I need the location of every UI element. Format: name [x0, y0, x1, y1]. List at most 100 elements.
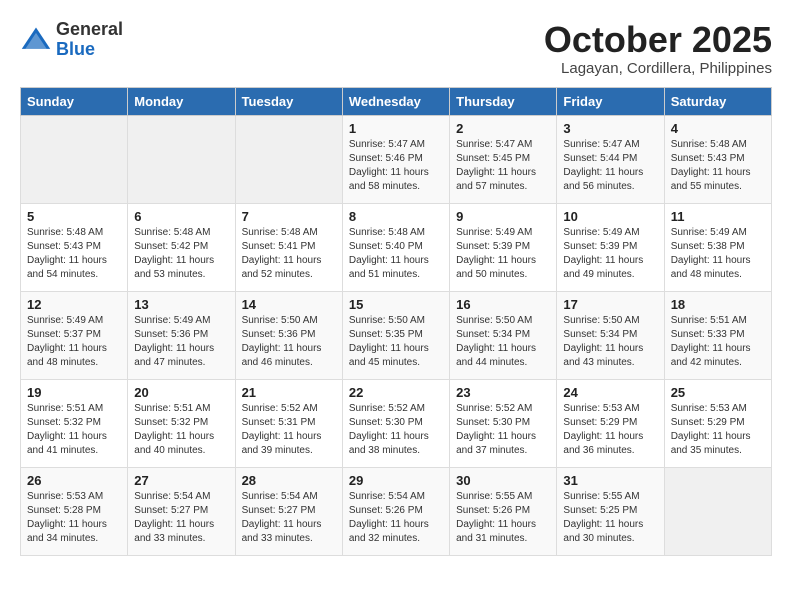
day-number: 16: [456, 297, 550, 312]
calendar-cell: 28 Sunrise: 5:54 AM Sunset: 5:27 PM Dayli…: [235, 467, 342, 555]
cell-content: Sunrise: 5:48 AM Sunset: 5:41 PM Dayligh…: [242, 226, 336, 282]
calendar-cell: 4 Sunrise: 5:48 AM Sunset: 5:43 PM Daylig…: [664, 115, 771, 203]
cell-content: Sunrise: 5:54 AM Sunset: 5:27 PM Dayligh…: [134, 490, 228, 546]
day-number: 28: [242, 473, 336, 488]
day-number: 19: [27, 385, 121, 400]
month-title: October 2025: [544, 20, 772, 60]
calendar-cell: 31Sunrise: 5:55 AM Sunset: 5:25 PM Dayli…: [557, 467, 664, 555]
cell-content: Sunrise: 5:48 AM Sunset: 5:43 PM Dayligh…: [671, 138, 765, 194]
cell-content: Sunrise: 5:51 AM Sunset: 5:32 PM Dayligh…: [134, 402, 228, 458]
column-header-wednesday: Wednesday: [342, 87, 449, 115]
calendar-cell: [235, 115, 342, 203]
cell-content: Sunrise: 5:47 AM Sunset: 5:46 PM Dayligh…: [349, 138, 443, 194]
day-number: 15: [349, 297, 443, 312]
cell-content: Sunrise: 5:49 AM Sunset: 5:38 PM Dayligh…: [671, 226, 765, 282]
column-header-tuesday: Tuesday: [235, 87, 342, 115]
logo-icon: [20, 24, 52, 56]
calendar-cell: 2 Sunrise: 5:47 AM Sunset: 5:45 PM Daylig…: [450, 115, 557, 203]
title-block: October 2025 Lagayan, Cordillera, Philip…: [544, 20, 772, 77]
day-number: 2: [456, 121, 550, 136]
calendar-cell: 8Sunrise: 5:48 AM Sunset: 5:40 PM Daylig…: [342, 203, 449, 291]
column-header-sunday: Sunday: [21, 87, 128, 115]
cell-content: Sunrise: 5:48 AM Sunset: 5:43 PM Dayligh…: [27, 226, 121, 282]
calendar-cell: 6 Sunrise: 5:48 AM Sunset: 5:42 PM Daylig…: [128, 203, 235, 291]
day-number: 11: [671, 209, 765, 224]
cell-content: Sunrise: 5:54 AM Sunset: 5:26 PM Dayligh…: [349, 490, 443, 546]
day-number: 21: [242, 385, 336, 400]
column-header-monday: Monday: [128, 87, 235, 115]
day-number: 6: [134, 209, 228, 224]
day-number: 30: [456, 473, 550, 488]
day-number: 23: [456, 385, 550, 400]
day-number: 24: [563, 385, 657, 400]
calendar-cell: 17 Sunrise: 5:50 AM Sunset: 5:34 PM Dayli…: [557, 291, 664, 379]
calendar-cell: 24 Sunrise: 5:53 AM Sunset: 5:29 PM Dayli…: [557, 379, 664, 467]
cell-content: Sunrise: 5:54 AM Sunset: 5:27 PM Dayligh…: [242, 490, 336, 546]
calendar-cell: 13 Sunrise: 5:49 AM Sunset: 5:36 PM Dayli…: [128, 291, 235, 379]
cell-content: Sunrise: 5:47 AM Sunset: 5:45 PM Dayligh…: [456, 138, 550, 194]
calendar-cell: 16 Sunrise: 5:50 AM Sunset: 5:34 PM Dayli…: [450, 291, 557, 379]
cell-content: Sunrise: 5:53 AM Sunset: 5:29 PM Dayligh…: [563, 402, 657, 458]
cell-content: Sunrise: 5:53 AM Sunset: 5:28 PM Dayligh…: [27, 490, 121, 546]
cell-content: Sunrise: 5:50 AM Sunset: 5:36 PM Dayligh…: [242, 314, 336, 370]
calendar-cell: 22 Sunrise: 5:52 AM Sunset: 5:30 PM Dayli…: [342, 379, 449, 467]
calendar-cell: 9 Sunrise: 5:49 AM Sunset: 5:39 PM Daylig…: [450, 203, 557, 291]
location-subtitle: Lagayan, Cordillera, Philippines: [544, 60, 772, 77]
calendar-cell: 10Sunrise: 5:49 AM Sunset: 5:39 PM Dayli…: [557, 203, 664, 291]
cell-content: Sunrise: 5:51 AM Sunset: 5:33 PM Dayligh…: [671, 314, 765, 370]
calendar-cell: 5 Sunrise: 5:48 AM Sunset: 5:43 PM Daylig…: [21, 203, 128, 291]
cell-content: Sunrise: 5:47 AM Sunset: 5:44 PM Dayligh…: [563, 138, 657, 194]
page-header: General Blue October 2025 Lagayan, Cordi…: [20, 20, 772, 77]
calendar-cell: [21, 115, 128, 203]
day-number: 26: [27, 473, 121, 488]
day-number: 5: [27, 209, 121, 224]
column-header-saturday: Saturday: [664, 87, 771, 115]
calendar-cell: 27 Sunrise: 5:54 AM Sunset: 5:27 PM Dayli…: [128, 467, 235, 555]
calendar-cell: [664, 467, 771, 555]
cell-content: Sunrise: 5:50 AM Sunset: 5:34 PM Dayligh…: [456, 314, 550, 370]
day-number: 9: [456, 209, 550, 224]
column-header-thursday: Thursday: [450, 87, 557, 115]
cell-content: Sunrise: 5:50 AM Sunset: 5:35 PM Dayligh…: [349, 314, 443, 370]
day-number: 20: [134, 385, 228, 400]
calendar-table: SundayMondayTuesdayWednesdayThursdayFrid…: [20, 87, 772, 556]
logo-text: General Blue: [56, 20, 123, 60]
day-number: 3: [563, 121, 657, 136]
day-number: 13: [134, 297, 228, 312]
calendar-cell: 30 Sunrise: 5:55 AM Sunset: 5:26 PM Dayli…: [450, 467, 557, 555]
calendar-cell: 15 Sunrise: 5:50 AM Sunset: 5:35 PM Dayli…: [342, 291, 449, 379]
calendar-cell: 12 Sunrise: 5:49 AM Sunset: 5:37 PM Dayli…: [21, 291, 128, 379]
cell-content: Sunrise: 5:52 AM Sunset: 5:30 PM Dayligh…: [349, 402, 443, 458]
calendar-cell: 14 Sunrise: 5:50 AM Sunset: 5:36 PM Dayli…: [235, 291, 342, 379]
cell-content: Sunrise: 5:50 AM Sunset: 5:34 PM Dayligh…: [563, 314, 657, 370]
day-number: 14: [242, 297, 336, 312]
day-number: 4: [671, 121, 765, 136]
calendar-cell: 7 Sunrise: 5:48 AM Sunset: 5:41 PM Daylig…: [235, 203, 342, 291]
day-number: 25: [671, 385, 765, 400]
day-number: 8: [349, 209, 443, 224]
calendar-cell: 26 Sunrise: 5:53 AM Sunset: 5:28 PM Dayli…: [21, 467, 128, 555]
cell-content: Sunrise: 5:51 AM Sunset: 5:32 PM Dayligh…: [27, 402, 121, 458]
day-number: 17: [563, 297, 657, 312]
cell-content: Sunrise: 5:49 AM Sunset: 5:37 PM Dayligh…: [27, 314, 121, 370]
cell-content: Sunrise: 5:52 AM Sunset: 5:31 PM Dayligh…: [242, 402, 336, 458]
cell-content: Sunrise: 5:49 AM Sunset: 5:39 PM Dayligh…: [456, 226, 550, 282]
day-number: 12: [27, 297, 121, 312]
cell-content: Sunrise: 5:48 AM Sunset: 5:42 PM Dayligh…: [134, 226, 228, 282]
calendar-cell: 19 Sunrise: 5:51 AM Sunset: 5:32 PM Dayli…: [21, 379, 128, 467]
calendar-cell: 20 Sunrise: 5:51 AM Sunset: 5:32 PM Dayli…: [128, 379, 235, 467]
day-number: 22: [349, 385, 443, 400]
calendar-cell: 23 Sunrise: 5:52 AM Sunset: 5:30 PM Dayli…: [450, 379, 557, 467]
calendar-cell: [128, 115, 235, 203]
day-number: 1: [349, 121, 443, 136]
calendar-cell: 29 Sunrise: 5:54 AM Sunset: 5:26 PM Dayli…: [342, 467, 449, 555]
cell-content: Sunrise: 5:49 AM Sunset: 5:39 PM Dayligh…: [563, 226, 657, 282]
cell-content: Sunrise: 5:55 AM Sunset: 5:26 PM Dayligh…: [456, 490, 550, 546]
day-number: 7: [242, 209, 336, 224]
cell-content: Sunrise: 5:49 AM Sunset: 5:36 PM Dayligh…: [134, 314, 228, 370]
cell-content: Sunrise: 5:53 AM Sunset: 5:29 PM Dayligh…: [671, 402, 765, 458]
cell-content: Sunrise: 5:52 AM Sunset: 5:30 PM Dayligh…: [456, 402, 550, 458]
calendar-cell: 21 Sunrise: 5:52 AM Sunset: 5:31 PM Dayli…: [235, 379, 342, 467]
day-number: 29: [349, 473, 443, 488]
day-number: 27: [134, 473, 228, 488]
